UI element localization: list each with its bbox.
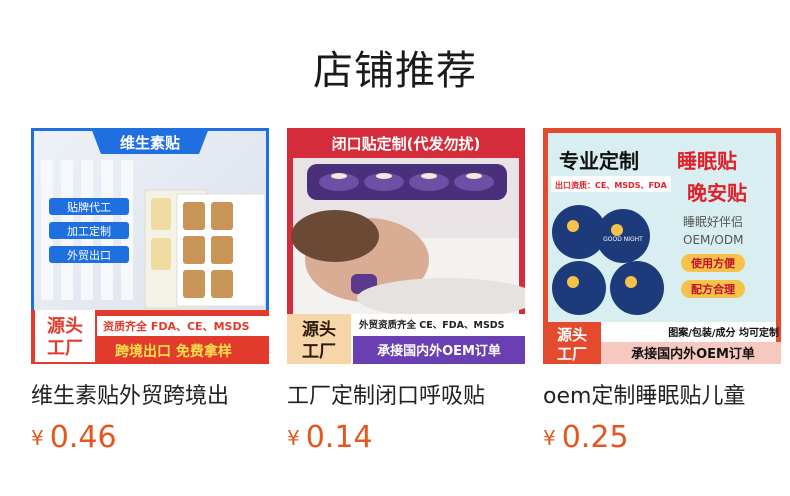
svg-text:源头: 源头: [557, 326, 587, 344]
currency-symbol: ¥: [543, 426, 556, 450]
svg-text:外贸资质齐全 CE、FDA、MSDS: 外贸资质齐全 CE、FDA、MSDS: [358, 319, 505, 331]
price-value: 0.46: [49, 420, 117, 455]
svg-text:资质齐全 FDA、CE、MSDS: 资质齐全 FDA、CE、MSDS: [103, 319, 250, 333]
svg-text:睡眠好伴侣: 睡眠好伴侣: [683, 214, 743, 229]
price-value: 0.14: [305, 420, 373, 455]
currency-symbol: ¥: [287, 426, 300, 450]
svg-text:加工定制: 加工定制: [67, 224, 111, 238]
svg-text:源头: 源头: [302, 319, 336, 340]
svg-text:配方合理: 配方合理: [691, 282, 735, 296]
product-price: ¥0.25: [543, 420, 629, 455]
svg-text:外贸出口: 外贸出口: [67, 248, 111, 262]
product-card-2[interactable]: 闭口贴定制(代发勿扰) 外贸资质齐全 CE、FDA、MSDS 承接国内外OEM订…: [287, 128, 525, 468]
banner-text: 维生素贴: [120, 134, 180, 152]
svg-text:GOOD NIGHT: GOOD NIGHT: [603, 236, 643, 243]
svg-text:跨境出口 免费拿样: 跨境出口 免费拿样: [115, 343, 232, 360]
product-image-1[interactable]: 维生素贴 贴牌代工 加工定制 外贸出口 资质齐全 FDA、CE、MSDS 跨境出…: [31, 128, 269, 364]
svg-text:工厂: 工厂: [47, 338, 83, 359]
svg-text:承接国内外OEM订单: 承接国内外OEM订单: [377, 343, 501, 359]
product-grid: 维生素贴 贴牌代工 加工定制 外贸出口 资质齐全 FDA、CE、MSDS 跨境出…: [31, 128, 781, 468]
price-value: 0.25: [561, 420, 629, 455]
product-card-1[interactable]: 维生素贴 贴牌代工 加工定制 外贸出口 资质齐全 FDA、CE、MSDS 跨境出…: [31, 128, 269, 468]
product-price: ¥0.14: [287, 420, 373, 455]
product-price: ¥0.46: [31, 420, 117, 455]
svg-text:晚安贴: 晚安贴: [687, 181, 747, 205]
svg-text:贴牌代工: 贴牌代工: [67, 200, 111, 214]
currency-symbol: ¥: [31, 426, 44, 450]
svg-text:工厂: 工厂: [302, 342, 336, 362]
product-name[interactable]: oem定制睡眠贴儿童: [543, 378, 781, 410]
svg-text:图案/包装/成分 均可定制: 图案/包装/成分 均可定制: [668, 326, 779, 339]
product-name[interactable]: 维生素贴外贸跨境出: [31, 378, 269, 410]
svg-text:出口资质：CE、MSDS、FDA: 出口资质：CE、MSDS、FDA: [555, 180, 668, 190]
section-title: 店铺推荐: [313, 48, 477, 94]
product-name[interactable]: 工厂定制闭口呼吸贴: [287, 378, 525, 410]
svg-text:专业定制: 专业定制: [559, 149, 639, 173]
svg-text:睡眠贴: 睡眠贴: [677, 149, 737, 173]
svg-text:工厂: 工厂: [557, 345, 587, 363]
svg-text:闭口贴定制(代发勿扰): 闭口贴定制(代发勿扰): [332, 135, 481, 153]
product-card-3[interactable]: 专业定制 睡眠贴 出口资质：CE、MSDS、FDA 晚安贴 睡眠好伴侣 OEM/…: [543, 128, 781, 468]
svg-text:使用方便: 使用方便: [690, 256, 736, 270]
product-image-3[interactable]: 专业定制 睡眠贴 出口资质：CE、MSDS、FDA 晚安贴 睡眠好伴侣 OEM/…: [543, 128, 781, 364]
svg-text:源头: 源头: [47, 315, 83, 337]
product-image-2[interactable]: 闭口贴定制(代发勿扰) 外贸资质齐全 CE、FDA、MSDS 承接国内外OEM订…: [287, 128, 525, 364]
svg-text:承接国内外OEM订单: 承接国内外OEM订单: [631, 346, 755, 362]
svg-text:OEM/ODM: OEM/ODM: [683, 233, 743, 247]
